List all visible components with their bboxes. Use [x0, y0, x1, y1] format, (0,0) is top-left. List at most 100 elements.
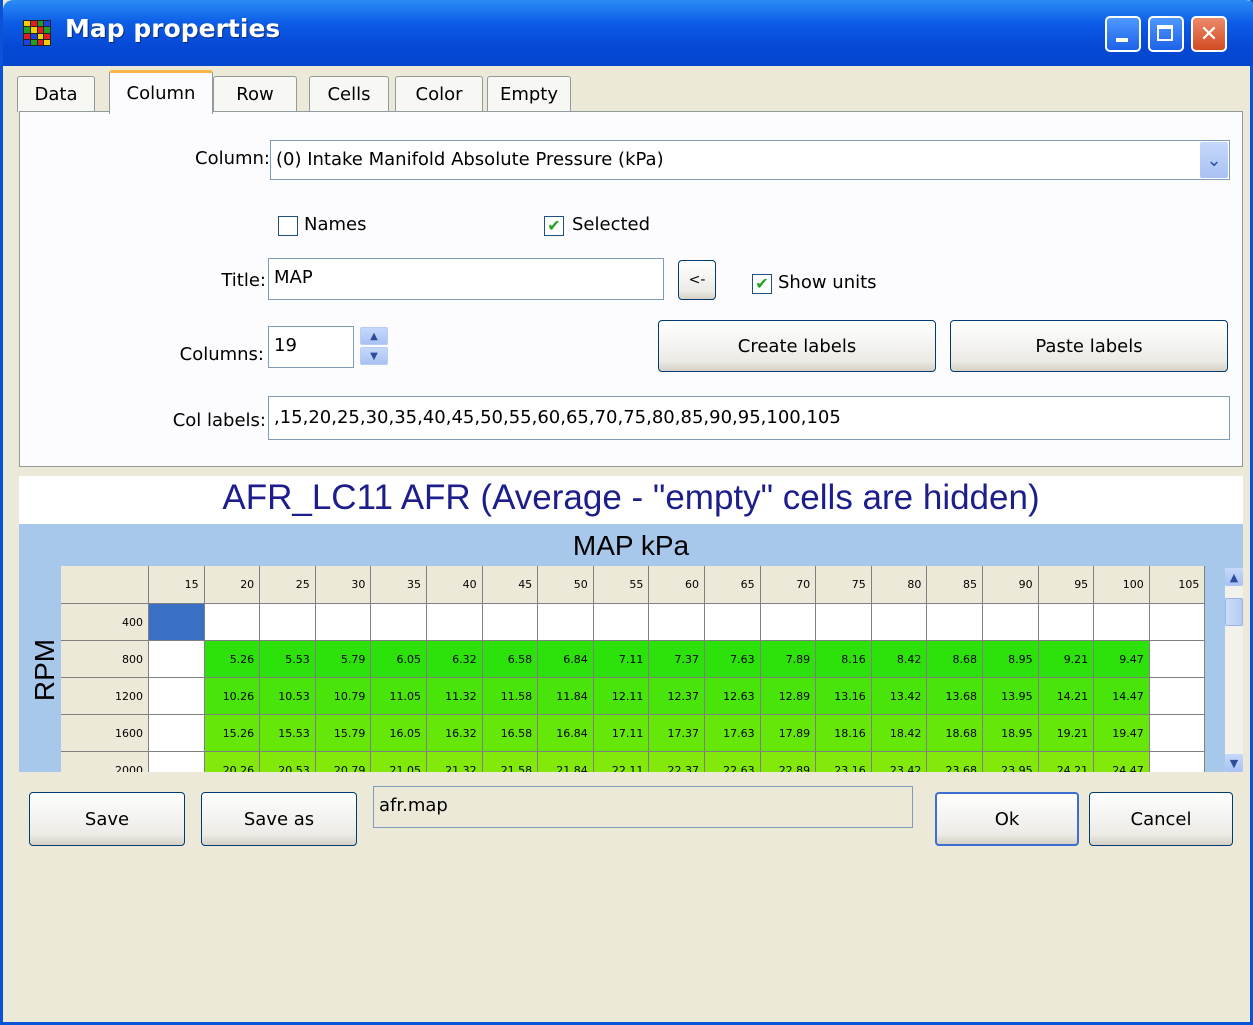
- map-cell[interactable]: 19.47: [1094, 715, 1150, 752]
- map-cell[interactable]: 7.11: [593, 641, 650, 678]
- map-cell[interactable]: [871, 604, 928, 641]
- map-cell[interactable]: 13.95: [983, 678, 1039, 715]
- map-cell[interactable]: 12.37: [649, 678, 705, 715]
- column-header[interactable]: 70: [760, 566, 817, 604]
- map-cell[interactable]: 7.89: [760, 641, 817, 678]
- map-cell[interactable]: 10.79: [315, 678, 372, 715]
- column-header[interactable]: 65: [705, 566, 761, 604]
- map-cell[interactable]: 13.42: [871, 678, 928, 715]
- map-cell[interactable]: 7.63: [705, 641, 761, 678]
- map-cell[interactable]: 14.47: [1094, 678, 1150, 715]
- map-cell[interactable]: 5.26: [204, 641, 261, 678]
- map-cell[interactable]: 15.53: [260, 715, 316, 752]
- map-cell[interactable]: 12.63: [705, 678, 761, 715]
- map-cell[interactable]: 12.11: [593, 678, 650, 715]
- map-cell[interactable]: [149, 715, 205, 752]
- map-cell[interactable]: [1038, 604, 1095, 641]
- scroll-up-icon[interactable]: ▲: [1225, 568, 1243, 586]
- map-cell[interactable]: 21.84: [538, 752, 594, 772]
- map-cell[interactable]: [1149, 641, 1206, 678]
- map-cell[interactable]: 19.21: [1038, 715, 1095, 752]
- map-cell[interactable]: [149, 752, 205, 772]
- tab-row[interactable]: Row: [213, 76, 297, 112]
- tab-data[interactable]: Data: [17, 76, 95, 112]
- map-cell[interactable]: 24.21: [1038, 752, 1095, 772]
- map-cell[interactable]: 23.95: [983, 752, 1039, 772]
- ok-button[interactable]: Ok: [935, 792, 1079, 846]
- map-cell[interactable]: 17.37: [649, 715, 705, 752]
- map-cell[interactable]: 9.21: [1038, 641, 1095, 678]
- column-header[interactable]: 40: [427, 566, 483, 604]
- row-header[interactable]: 2000: [61, 752, 149, 772]
- column-header[interactable]: 35: [371, 566, 427, 604]
- column-select[interactable]: (0) Intake Manifold Absolute Pressure (k…: [270, 140, 1230, 180]
- row-header[interactable]: 1200: [61, 678, 149, 715]
- column-header[interactable]: 105: [1149, 566, 1206, 604]
- tab-column[interactable]: Column: [109, 70, 213, 114]
- map-cell[interactable]: [816, 604, 872, 641]
- row-header[interactable]: 1600: [61, 715, 149, 752]
- map-cell[interactable]: 22.11: [593, 752, 650, 772]
- show-units-checkbox[interactable]: ✔: [752, 274, 772, 294]
- map-cell[interactable]: 10.26: [204, 678, 261, 715]
- map-cell[interactable]: 18.68: [927, 715, 983, 752]
- minimize-button[interactable]: [1105, 16, 1141, 52]
- spin-up-icon[interactable]: ▲: [360, 327, 388, 345]
- save-button[interactable]: Save: [29, 792, 185, 846]
- map-cell[interactable]: 10.53: [260, 678, 316, 715]
- map-cell[interactable]: 6.58: [482, 641, 539, 678]
- map-cell[interactable]: 8.42: [871, 641, 928, 678]
- map-cell[interactable]: 17.11: [593, 715, 650, 752]
- column-header[interactable]: 100: [1094, 566, 1150, 604]
- map-cell[interactable]: [1149, 715, 1206, 752]
- map-cell[interactable]: 11.32: [427, 678, 483, 715]
- column-header[interactable]: 15: [149, 566, 205, 604]
- title-bar[interactable]: Map properties ✕: [3, 0, 1253, 66]
- map-cell[interactable]: 22.63: [705, 752, 761, 772]
- map-cell[interactable]: 11.05: [371, 678, 427, 715]
- map-cell[interactable]: 20.53: [260, 752, 316, 772]
- map-cell[interactable]: 14.21: [1038, 678, 1095, 715]
- cancel-button[interactable]: Cancel: [1089, 792, 1233, 846]
- column-header[interactable]: 30: [315, 566, 372, 604]
- tab-cells[interactable]: Cells: [309, 76, 389, 112]
- map-cell[interactable]: 18.16: [816, 715, 872, 752]
- map-cell[interactable]: 8.95: [983, 641, 1039, 678]
- vertical-scrollbar[interactable]: ▲ ▼: [1225, 568, 1243, 772]
- map-cell[interactable]: [427, 604, 483, 641]
- map-cell[interactable]: 22.37: [649, 752, 705, 772]
- map-cell[interactable]: [315, 604, 372, 641]
- scroll-thumb[interactable]: [1225, 598, 1243, 626]
- save-as-button[interactable]: Save as: [201, 792, 357, 846]
- map-cell[interactable]: 18.95: [983, 715, 1039, 752]
- column-header[interactable]: 55: [593, 566, 650, 604]
- map-cell[interactable]: 12.89: [760, 678, 817, 715]
- map-cell[interactable]: [149, 678, 205, 715]
- map-cell[interactable]: [538, 604, 594, 641]
- row-header[interactable]: 400: [61, 604, 149, 641]
- map-cell[interactable]: 16.05: [371, 715, 427, 752]
- map-cell[interactable]: 21.58: [482, 752, 539, 772]
- map-cell[interactable]: 11.84: [538, 678, 594, 715]
- map-cell[interactable]: [260, 604, 316, 641]
- map-cell[interactable]: 15.79: [315, 715, 372, 752]
- map-cell[interactable]: [705, 604, 761, 641]
- tab-empty[interactable]: Empty: [487, 76, 571, 112]
- map-cell[interactable]: 17.63: [705, 715, 761, 752]
- title-input[interactable]: MAP: [268, 258, 664, 300]
- map-cell[interactable]: 13.16: [816, 678, 872, 715]
- map-cell[interactable]: 8.16: [816, 641, 872, 678]
- map-cell[interactable]: 16.32: [427, 715, 483, 752]
- create-labels-button[interactable]: Create labels: [658, 320, 936, 372]
- map-cell[interactable]: 6.05: [371, 641, 427, 678]
- map-cell[interactable]: [204, 604, 261, 641]
- tab-color[interactable]: Color: [395, 76, 483, 112]
- map-cell[interactable]: 21.05: [371, 752, 427, 772]
- names-checkbox[interactable]: [278, 216, 298, 236]
- map-cell[interactable]: [371, 604, 427, 641]
- map-cell[interactable]: 22.89: [760, 752, 817, 772]
- columns-input[interactable]: 19: [268, 326, 354, 368]
- maximize-button[interactable]: [1148, 16, 1184, 52]
- map-cell[interactable]: 15.26: [204, 715, 261, 752]
- close-button[interactable]: ✕: [1191, 16, 1227, 52]
